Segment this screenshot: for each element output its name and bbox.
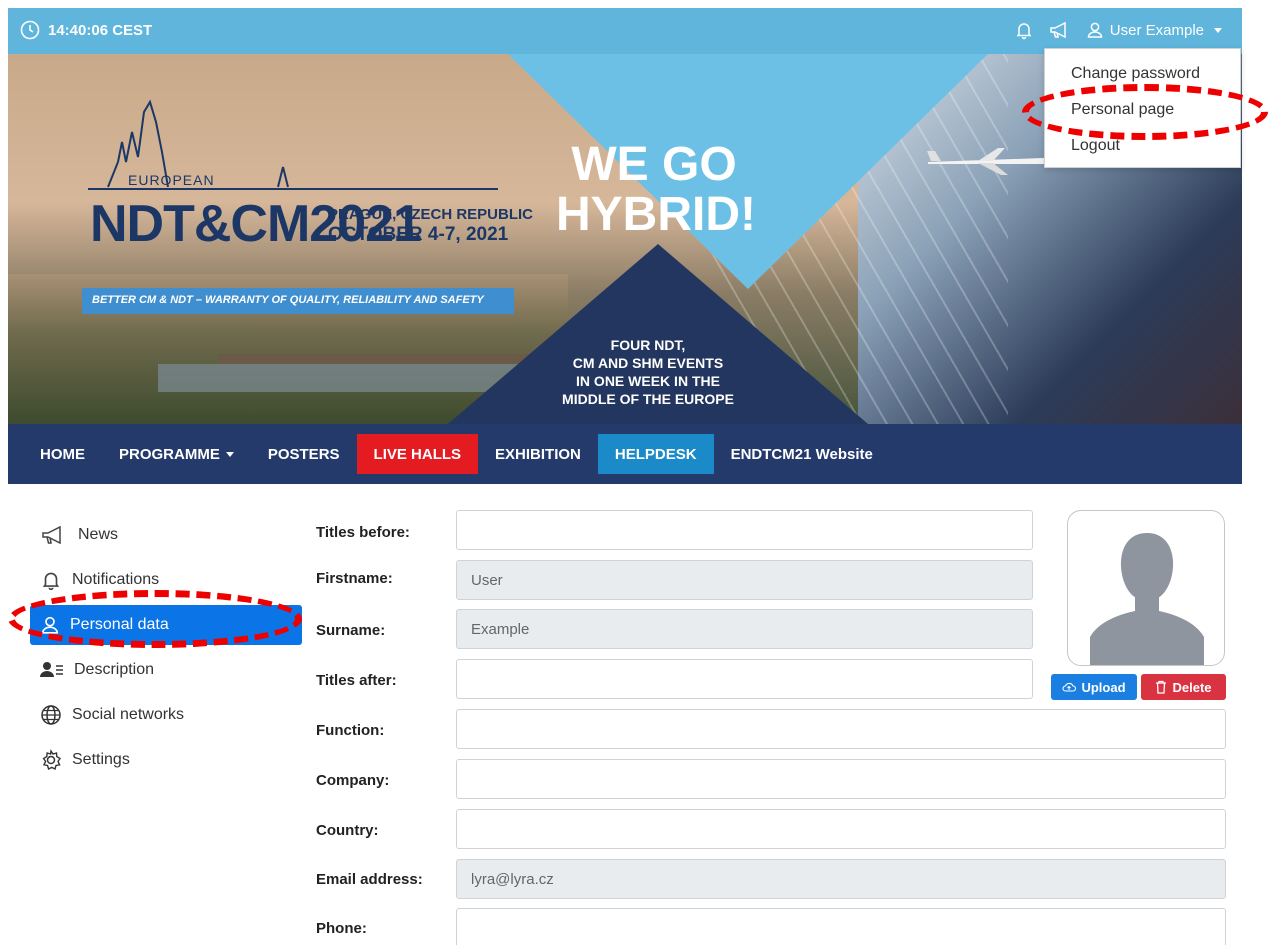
label-titles-before: Titles before: (316, 524, 410, 541)
banner-tagline: BETTER CM & NDT – WARRANTY OF QUALITY, R… (82, 288, 514, 314)
bridge (218, 354, 548, 364)
phone-input[interactable] (456, 908, 1226, 945)
chevron-down-icon (1214, 27, 1222, 33)
banner-headline: WE GO HYBRID! (556, 138, 756, 241)
delete-label: Delete (1172, 679, 1212, 695)
menu-item-logout[interactable]: Logout (1071, 137, 1120, 155)
sidebar-item-label: Notifications (72, 570, 160, 588)
menu-item-change-password[interactable]: Change password (1071, 65, 1200, 83)
subline-line: FOUR NDT, (610, 337, 686, 353)
user-icon (1087, 22, 1103, 38)
nav-programme[interactable]: PROGRAMME (102, 424, 251, 484)
label-surname: Surname: (316, 622, 386, 639)
country-input[interactable] (456, 809, 1226, 849)
megaphone-icon[interactable] (1048, 20, 1072, 40)
label-country: Country: (316, 822, 379, 839)
subline-line: IN ONE WEEK IN THE (576, 373, 720, 389)
label-function: Function: (316, 722, 385, 739)
nav-website[interactable]: ENDTCM21 Website (714, 424, 890, 484)
user-menu-toggle[interactable]: User Example (1086, 21, 1222, 39)
nav-posters[interactable]: POSTERS (251, 424, 357, 484)
sidebar-item-label: Description (74, 660, 155, 678)
sidebar-item-social-networks[interactable]: Social networks (30, 692, 302, 737)
logo-dates: OCTOBER 4-7, 2021 (328, 224, 509, 245)
bell-icon (42, 572, 60, 590)
globe-icon (41, 704, 61, 725)
main-nav: HOME PROGRAMME POSTERS LIVE HALLS EXHIBI… (8, 424, 1242, 484)
nav-programme-label: PROGRAMME (119, 445, 220, 463)
upload-label: Upload (1081, 679, 1126, 695)
delete-button[interactable]: Delete (1141, 674, 1226, 700)
surname-input[interactable] (456, 609, 1033, 649)
subline-line: MIDDLE OF THE EUROPE (562, 391, 734, 407)
cloud-upload-icon (1062, 682, 1077, 692)
logo-europe-label: EUROPEAN (128, 172, 215, 188)
nav-live-halls[interactable]: LIVE HALLS (356, 434, 479, 474)
trash-icon (1156, 680, 1167, 694)
titles-before-input[interactable] (456, 510, 1033, 550)
titles-after-input[interactable] (456, 659, 1033, 699)
chevron-down-icon (225, 451, 234, 457)
subline-line: CM AND SHM EVENTS (572, 355, 724, 371)
bell-icon[interactable] (1014, 20, 1034, 40)
banner-subline: FOUR NDT, CM AND SHM EVENTS IN ONE WEEK … (548, 336, 748, 408)
nav-exhibition[interactable]: EXHIBITION (478, 424, 598, 484)
menu-item-personal-page[interactable]: Personal page (1071, 101, 1174, 119)
sidebar-item-personal-data[interactable]: Personal data (30, 605, 302, 645)
sidebar-item-news[interactable]: News (30, 512, 302, 557)
headline-line-2: HYBRID! (556, 188, 756, 241)
sidebar-item-description[interactable]: Description (30, 647, 302, 692)
sidebar-item-notifications[interactable]: Notifications (30, 557, 302, 602)
nav-home[interactable]: HOME (8, 424, 102, 484)
firstname-input[interactable] (456, 560, 1033, 600)
clock-time: 14:40:06 CEST (48, 21, 153, 39)
user-icon (41, 616, 59, 634)
function-input[interactable] (456, 709, 1226, 749)
email-input[interactable] (456, 859, 1226, 899)
megaphone-icon (42, 525, 61, 544)
avatar (1067, 510, 1225, 666)
label-company: Company: (316, 772, 390, 789)
sidebar-item-label: Social networks (72, 705, 185, 723)
gear-icon (42, 748, 61, 770)
nav-helpdesk[interactable]: HELPDESK (597, 434, 714, 474)
label-firstname: Firstname: (316, 570, 393, 587)
user-card-icon (40, 661, 63, 677)
company-input[interactable] (456, 759, 1226, 799)
clock-icon (20, 20, 40, 40)
sidebar-item-label: Personal data (70, 616, 169, 633)
sidebar: News Notifications Personal data Descrip… (30, 512, 302, 782)
logo-divider (88, 188, 498, 190)
clock: 14:40:06 CEST (20, 20, 152, 40)
avatar-placeholder-icon (1090, 533, 1204, 665)
river (158, 364, 538, 392)
top-bar-actions: User Example (1014, 20, 1222, 40)
logo-location: PRAGUE, CZECH REPUBLIC (328, 206, 534, 223)
label-email: Email address: (316, 871, 423, 888)
sidebar-item-settings[interactable]: Settings (30, 737, 302, 782)
label-titles-after: Titles after: (316, 672, 397, 689)
sidebar-item-label: Settings (72, 750, 130, 768)
headline-line-1: WE GO (571, 138, 737, 191)
sidebar-item-label: News (78, 525, 119, 543)
upload-button[interactable]: Upload (1051, 674, 1137, 700)
user-name: User Example (1109, 21, 1204, 39)
airplane-icon (927, 148, 1059, 175)
label-phone: Phone: (316, 920, 367, 937)
user-dropdown-menu: Change password Personal page Logout (1044, 48, 1241, 168)
